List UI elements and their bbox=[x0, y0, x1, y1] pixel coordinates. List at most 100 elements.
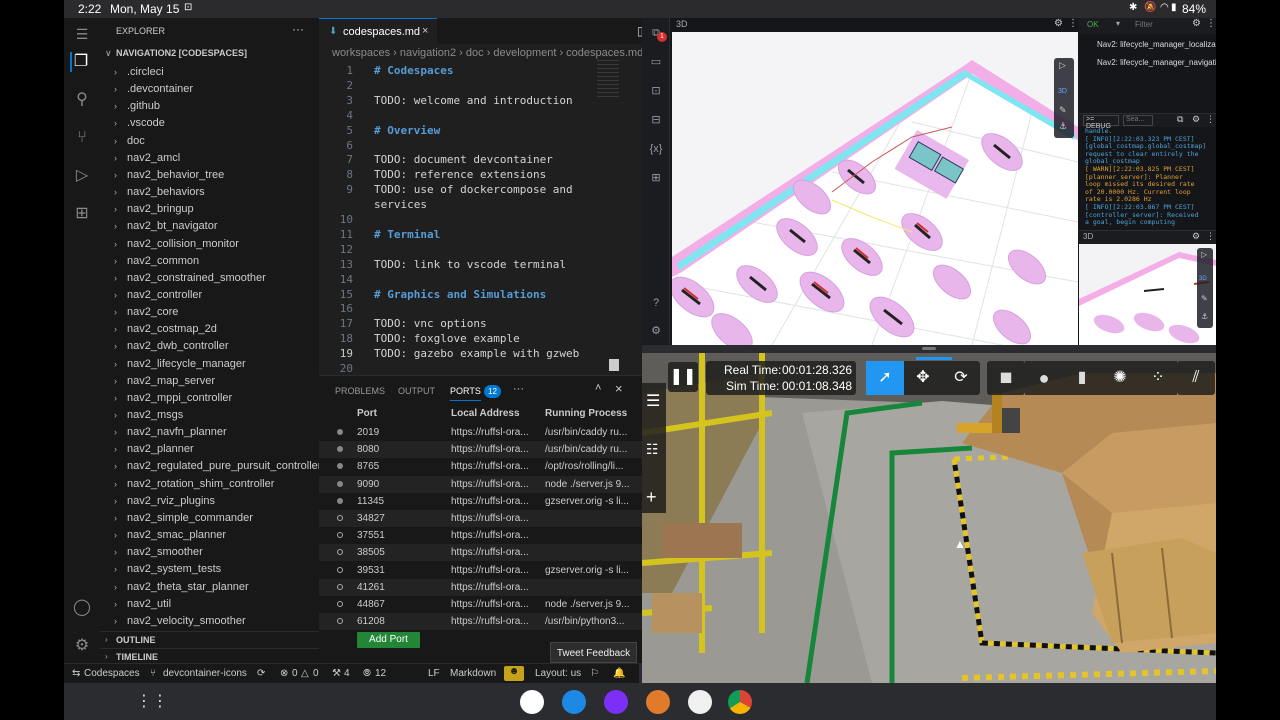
local-address[interactable]: https://ruffsl-ora... bbox=[451, 544, 537, 561]
menu-icon[interactable]: ☰ bbox=[646, 391, 660, 411]
folder-item[interactable]: › nav2_navfn_planner bbox=[100, 424, 319, 441]
folder-item[interactable]: › nav2_planner bbox=[100, 441, 319, 458]
folder-item[interactable]: › nav2_msgs bbox=[100, 407, 319, 424]
folder-item[interactable]: › nav2_controller bbox=[100, 287, 319, 304]
live-share-icon[interactable]: ⚐ bbox=[590, 668, 599, 679]
search-icon[interactable]: ⚲ bbox=[72, 90, 92, 110]
folder-item[interactable]: › nav2_amcl bbox=[100, 150, 319, 167]
error-count[interactable]: 0 bbox=[292, 668, 298, 679]
folder-item[interactable]: › nav2_costmap_2d bbox=[100, 321, 319, 338]
folder-item[interactable]: › nav2_constrained_smoother bbox=[100, 270, 319, 287]
local-address[interactable]: https://ruffsl-ora... bbox=[451, 493, 537, 510]
minimap[interactable] bbox=[597, 60, 619, 100]
explorer-icon[interactable]: ❐ bbox=[70, 52, 90, 72]
spot-light-icon[interactable]: ⁘ bbox=[1139, 361, 1177, 395]
menu-icon[interactable]: ☰ bbox=[72, 24, 92, 44]
local-address[interactable]: https://ruffsl-ora... bbox=[451, 579, 537, 596]
folder-item[interactable]: › nav2_simple_commander bbox=[100, 510, 319, 527]
local-address[interactable]: https://ruffsl-ora... bbox=[451, 458, 537, 475]
panel-settings-icon[interactable]: ⚙ bbox=[1192, 231, 1200, 242]
tab-codespaces-md[interactable]: ⬇ codespaces.md × bbox=[319, 18, 437, 44]
split-divider[interactable] bbox=[642, 345, 1216, 353]
code-line[interactable]: # Graphics and Simulations bbox=[374, 288, 546, 301]
filter-input[interactable]: Filter bbox=[1135, 20, 1153, 29]
folder-item[interactable]: › doc bbox=[100, 133, 319, 150]
folder-item[interactable]: › nav2_lifecycle_manager bbox=[100, 356, 319, 373]
settings-gear-icon[interactable]: ⚙ bbox=[649, 324, 663, 338]
console-search-input[interactable]: Sea... bbox=[1123, 115, 1153, 126]
warning-count[interactable]: 0 bbox=[313, 668, 319, 679]
folder-item[interactable]: › nav2_util bbox=[100, 596, 319, 613]
rotate-mode-icon[interactable]: ⟳ bbox=[942, 361, 980, 395]
maximize-panel-icon[interactable]: ˄ bbox=[595, 382, 601, 394]
play-store-app-icon[interactable] bbox=[688, 690, 712, 714]
settings-gear-icon[interactable]: ⚙ bbox=[72, 636, 92, 656]
folder-item[interactable]: › nav2_collision_monitor bbox=[100, 236, 319, 253]
gazebo-app-icon[interactable] bbox=[646, 690, 670, 714]
account-icon[interactable]: ◯ bbox=[72, 598, 92, 618]
close-panel-icon[interactable]: × bbox=[615, 381, 623, 396]
source-control-icon[interactable]: ⑂ bbox=[72, 128, 92, 148]
local-address[interactable]: https://ruffsl-ora... bbox=[451, 613, 537, 630]
insert-icon[interactable]: + bbox=[646, 487, 657, 508]
notifications-icon[interactable]: 🔔 bbox=[613, 668, 625, 679]
variables-icon[interactable]: ⊡ bbox=[649, 84, 663, 98]
folder-item[interactable]: › nav2_dwb_controller bbox=[100, 338, 319, 355]
split-handle[interactable] bbox=[922, 347, 936, 350]
outline-section[interactable]: OUTLINE bbox=[116, 635, 156, 645]
help-icon[interactable]: ? bbox=[649, 296, 663, 310]
folder-item[interactable]: › nav2_rotation_shim_controller bbox=[100, 476, 319, 493]
log-level-select[interactable]: >= DEBUG bbox=[1083, 115, 1119, 130]
folder-item[interactable]: › .circleci bbox=[100, 64, 319, 81]
measure-icon[interactable]: ✎ bbox=[1059, 105, 1067, 116]
close-icon[interactable]: × bbox=[422, 25, 428, 37]
translate-mode-icon[interactable]: ✥ bbox=[904, 361, 942, 395]
more-vertical-icon[interactable]: ⋮ bbox=[1068, 18, 1078, 29]
point-light-icon[interactable]: ✺ bbox=[1101, 361, 1139, 395]
local-address[interactable]: https://ruffsl-ora... bbox=[451, 596, 537, 613]
panel-settings-icon[interactable]: ▭ bbox=[649, 55, 663, 69]
local-address[interactable]: https://ruffsl-ora... bbox=[451, 562, 537, 579]
mini-3d-view[interactable]: ▷ 3D ✎ ⚓ bbox=[1079, 244, 1216, 345]
copy-icon[interactable]: ⧉ bbox=[1177, 114, 1183, 125]
pause-button[interactable]: ❚❚ bbox=[668, 362, 698, 392]
code-icon[interactable]: {x} bbox=[649, 142, 663, 156]
local-address[interactable]: https://ruffsl-ora... bbox=[451, 476, 537, 493]
local-address[interactable]: https://ruffsl-ora... bbox=[451, 527, 537, 544]
play-icon[interactable]: ▷ bbox=[1059, 60, 1066, 71]
cylinder-shape-icon[interactable]: ▮ bbox=[1063, 361, 1101, 395]
folder-item[interactable]: › nav2_theta_star_planner bbox=[100, 579, 319, 596]
more-vertical-icon[interactable]: ⋮ bbox=[1206, 231, 1215, 242]
radio-count[interactable]: 12 bbox=[375, 668, 386, 679]
folder-item[interactable]: › nav2_bringup bbox=[100, 201, 319, 218]
code-line[interactable]: TODO: foxglove example bbox=[374, 332, 520, 345]
app-drawer-icon[interactable]: ⋮⋮ bbox=[136, 691, 168, 711]
workspace-header[interactable]: NAVIGATION2 [CODESPACES] bbox=[116, 48, 247, 58]
status-select[interactable]: OK bbox=[1087, 20, 1099, 29]
box-shape-icon[interactable]: ◼ bbox=[987, 361, 1025, 395]
tab-ports[interactable]: PORTS bbox=[450, 386, 481, 401]
code-line[interactable]: TODO: vnc options bbox=[374, 317, 487, 330]
more-vertical-icon[interactable]: ⋮ bbox=[1206, 18, 1216, 29]
add-port-button[interactable]: Add Port bbox=[357, 632, 420, 648]
chrome-app-icon[interactable] bbox=[728, 690, 752, 714]
directional-light-icon[interactable]: ⫽ bbox=[1177, 361, 1215, 395]
timeline-section[interactable]: TIMELINE bbox=[116, 652, 158, 662]
more-actions-icon[interactable]: ··· bbox=[292, 22, 304, 36]
folder-item[interactable]: › nav2_bt_navigator bbox=[100, 218, 319, 235]
folder-item[interactable]: › nav2_velocity_smoother bbox=[100, 613, 319, 630]
code-line[interactable]: TODO: gazebo example with gzweb bbox=[374, 347, 579, 360]
code-line[interactable]: TODO: reference extensions bbox=[374, 168, 546, 181]
foxglove-app-icon[interactable] bbox=[604, 690, 628, 714]
code-line[interactable]: TODO: document devcontainer bbox=[374, 153, 553, 166]
code-line[interactable]: TODO: welcome and introduction bbox=[374, 94, 573, 107]
folder-item[interactable]: › nav2_behavior_tree bbox=[100, 167, 319, 184]
folder-item[interactable]: › nav2_system_tests bbox=[100, 561, 319, 578]
select-mode-icon[interactable]: ➚ bbox=[866, 361, 904, 395]
3d-view[interactable]: ▷ 3D ✎ ⚓ bbox=[672, 32, 1078, 345]
folder-item[interactable]: › nav2_common bbox=[100, 253, 319, 270]
extensions-icon[interactable]: ⊞ bbox=[649, 171, 663, 185]
sphere-shape-icon[interactable]: ● bbox=[1025, 361, 1063, 395]
tools-count[interactable]: 4 bbox=[344, 668, 350, 679]
copilot-icon[interactable]: ☻ bbox=[504, 666, 524, 681]
